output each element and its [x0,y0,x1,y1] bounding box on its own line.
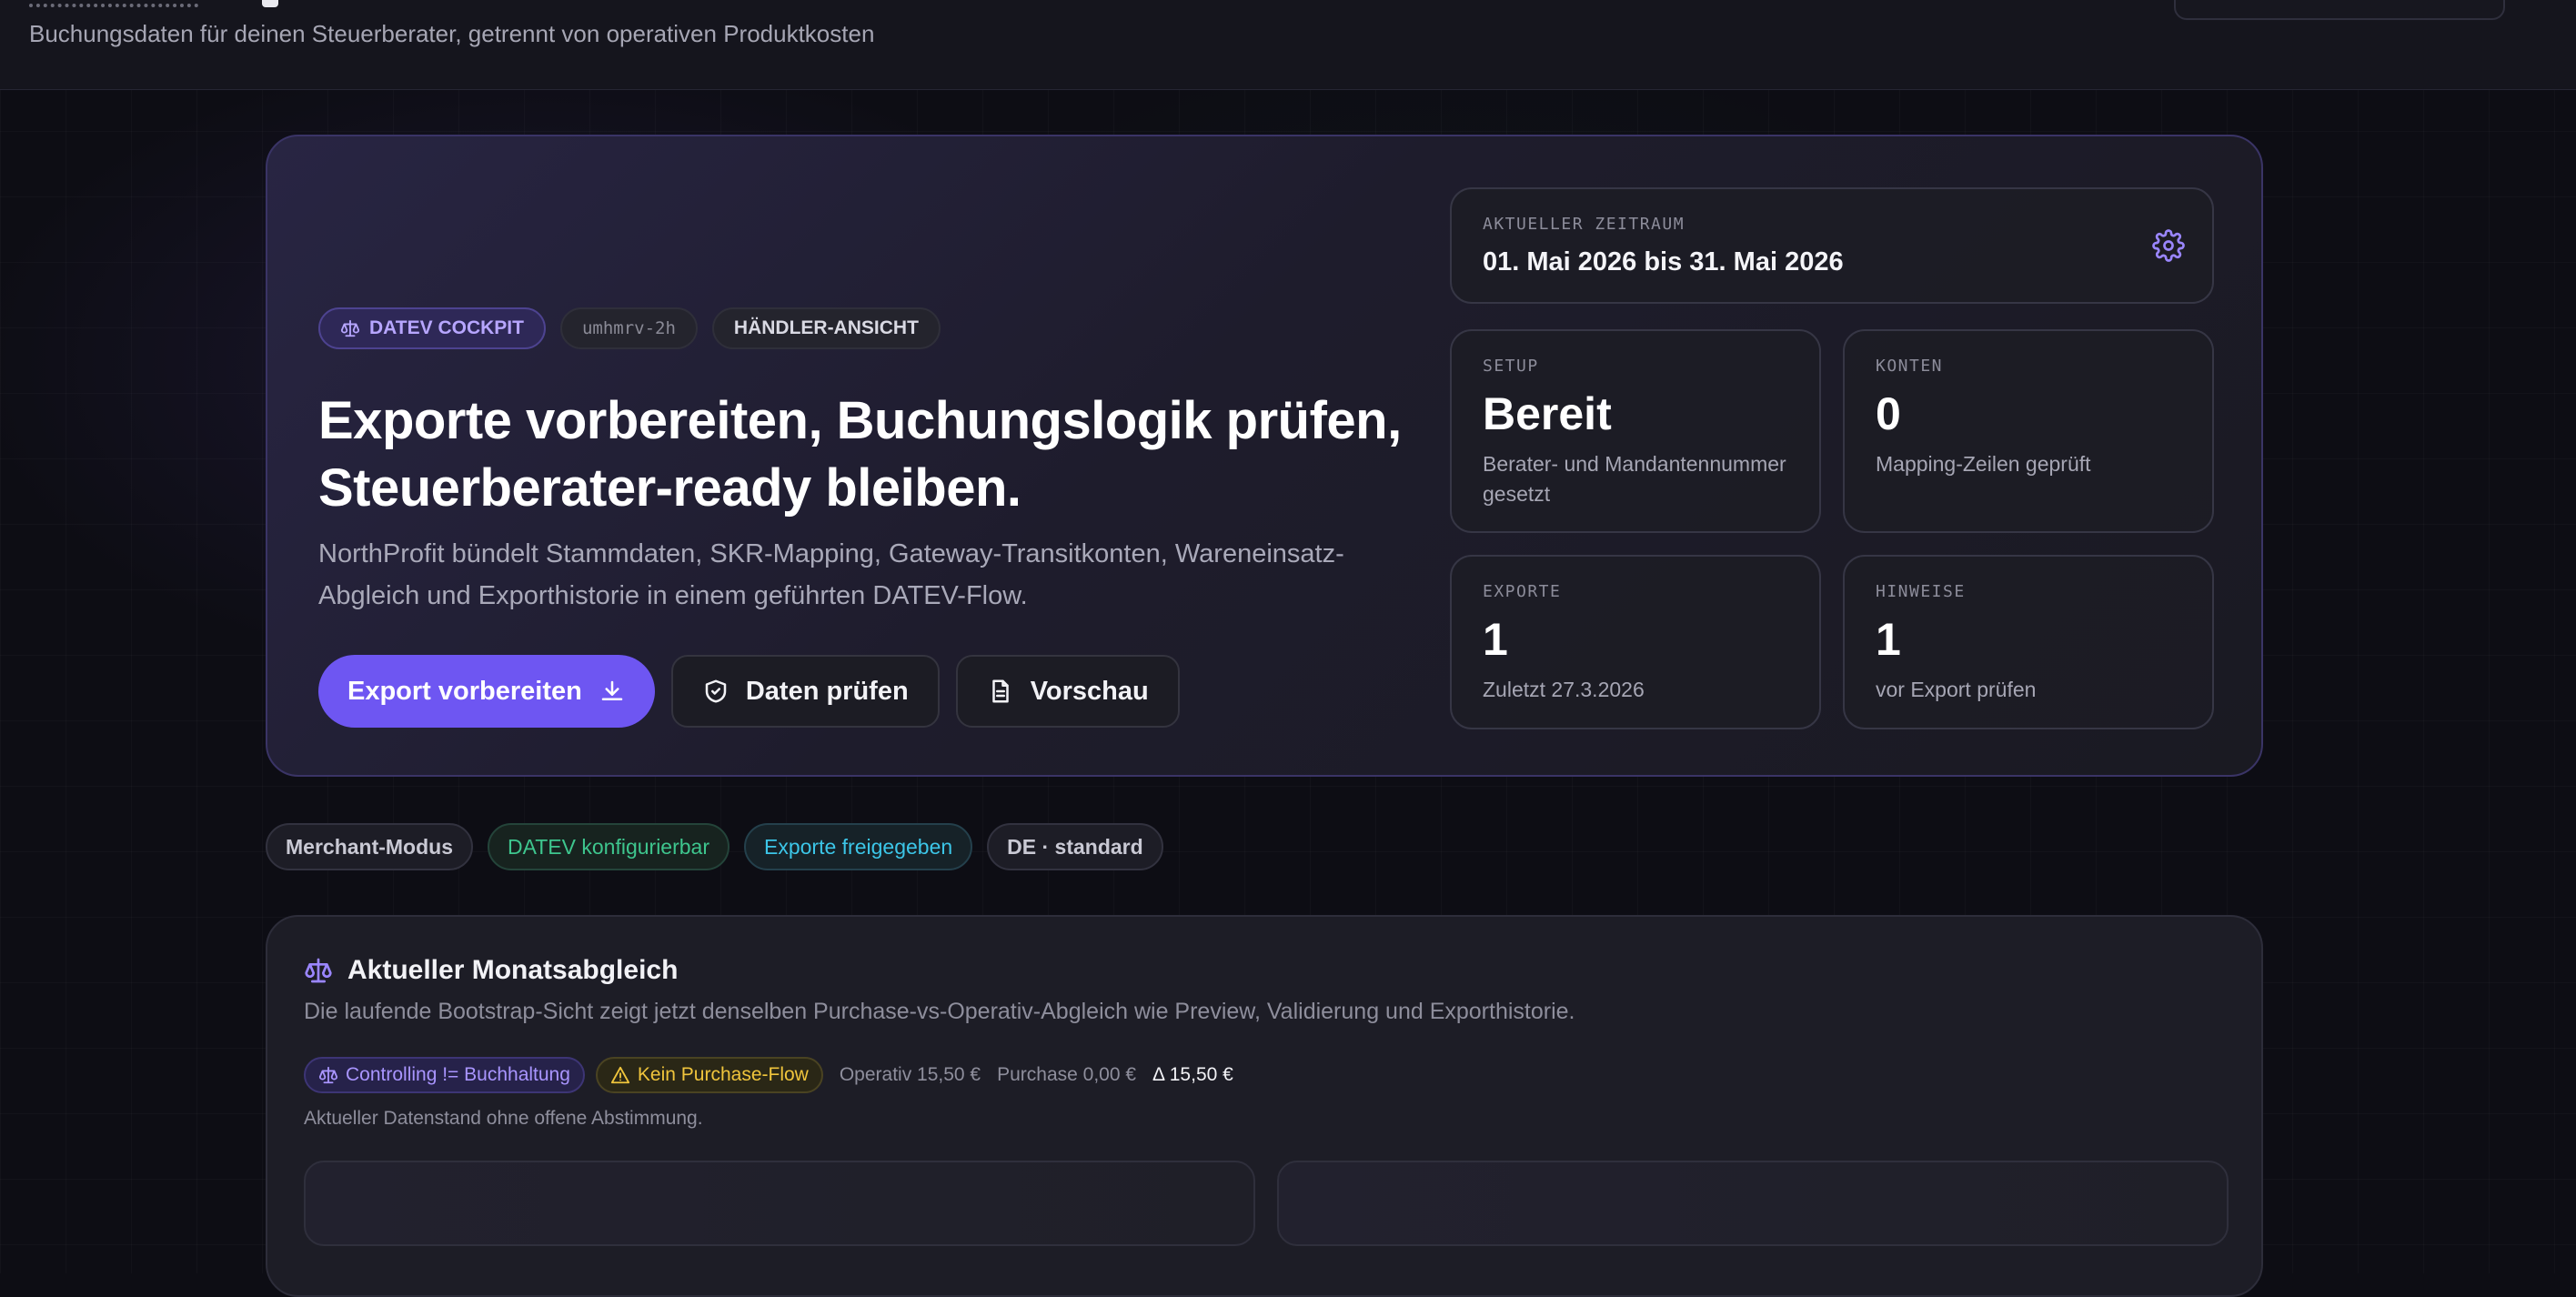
preview-button[interactable]: Vorschau [955,655,1180,728]
hero-actions: Export vorbereiten Daten prüfen Vorschau [318,655,1180,728]
setup-sub: Berater- und Mandantennummer gesetzt [1483,452,1786,506]
exporte-sub: Zuletzt 27.3.2026 [1483,678,1645,701]
setup-caption: SETUP [1483,357,1539,376]
konten-value: 0 [1876,388,1901,439]
purchase-flow-warning-label: Kein Purchase-Flow [637,1064,809,1085]
preview-label: Vorschau [1030,676,1149,706]
page-title-clipped-glyph [262,0,278,7]
konten-caption: KONTEN [1876,357,1944,376]
page-header: Buchungsdaten für deinen Steuerberater, … [0,0,2576,90]
check-data-label: Daten prüfen [745,676,909,706]
panel-header: Aktueller Monatsabgleich [304,955,678,986]
status-tags: Merchant-Modus DATEV konfigurierbar Expo… [266,823,1163,870]
scale-icon [305,958,332,983]
period-value: 01. Mai 2026 bis 31. Mai 2026 [1483,247,1844,276]
panel-description: Die laufende Bootstrap-Sicht zeigt jetzt… [304,999,1575,1024]
warning-icon [610,1066,630,1084]
controlling-badge-label: Controlling != Buchhaltung [346,1064,570,1085]
panel-title: Aktueller Monatsabgleich [347,955,679,985]
delta-amount: Δ 15,50 € [1152,1064,1233,1085]
exporte-caption: EXPORTE [1483,582,1562,601]
reconciliation-card-right [1277,1161,2229,1246]
operativ-amount: Operativ 15,50 € [839,1064,981,1085]
prepare-export-button[interactable]: Export vorbereiten [318,655,655,728]
hinweise-stat-card: HINWEISE 1 vor Export prüfen [1843,555,2214,729]
datev-hero-card: DATEV COCKPIT umhmrv-2h HÄNDLER-ANSICHT … [266,135,2263,777]
locale-tag: DE · standard [987,823,1163,870]
document-icon [991,679,1009,703]
setup-stat-card: SETUP Bereit Berater- und Mandantennumme… [1450,329,1821,533]
period-caption: AKTUELLER ZEITRAUM [1483,215,1685,234]
purchase-flow-warning-badge: Kein Purchase-Flow [595,1057,823,1093]
konten-stat-card: KONTEN 0 Mapping-Zeilen geprüft [1843,329,2214,533]
check-data-button[interactable]: Daten prüfen [670,655,940,728]
hinweise-value: 1 [1876,614,1901,665]
setup-value: Bereit [1483,388,1612,439]
panel-note: Aktueller Datenstand ohne offene Abstimm… [304,1108,703,1129]
hero-chips: DATEV COCKPIT umhmrv-2h HÄNDLER-ANSICHT [318,307,941,349]
hinweise-caption: HINWEISE [1876,582,1966,601]
shop-code-chip: umhmrv-2h [559,307,698,349]
konten-sub: Mapping-Zeilen geprüft [1876,452,2091,476]
exports-enabled-tag: Exporte freigegeben [744,823,973,870]
hero-title: Exporte vorbereiten, Buchungslogik prüfe… [318,391,1402,518]
page-subtitle: Buchungsdaten für deinen Steuerberater, … [29,20,875,47]
controlling-badge: Controlling != Buchhaltung [304,1057,585,1093]
reconciliation-badges: Controlling != Buchhaltung Kein Purchase… [304,1057,1233,1093]
gear-icon[interactable] [2152,229,2185,262]
scale-icon [340,319,360,337]
datev-configurable-tag: DATEV konfigurierbar [488,823,730,870]
hero-description: NorthProfit bündelt Stammdaten, SKR-Mapp… [318,539,1344,610]
scale-icon [318,1066,338,1084]
merchant-view-chip: HÄNDLER-ANSICHT [711,307,941,349]
page-title-clipped [29,0,198,7]
shield-check-icon [705,679,727,703]
download-icon [601,680,623,700]
header-action-button[interactable] [2174,0,2505,20]
purchase-amount: Purchase 0,00 € [997,1064,1137,1085]
reconciliation-card-left [304,1161,1255,1246]
monthly-reconciliation-panel: Aktueller Monatsabgleich Die laufende Bo… [266,915,2263,1297]
period-card: AKTUELLER ZEITRAUM 01. Mai 2026 bis 31. … [1450,187,2214,304]
exporte-stat-card: EXPORTE 1 Zuletzt 27.3.2026 [1450,555,1821,729]
hinweise-sub: vor Export prüfen [1876,678,2037,701]
datev-cockpit-label: DATEV COCKPIT [369,317,524,338]
merchant-mode-tag: Merchant-Modus [266,823,473,870]
datev-cockpit-chip: DATEV COCKPIT [318,307,546,349]
prepare-export-label: Export vorbereiten [347,676,582,706]
exporte-value: 1 [1483,614,1508,665]
